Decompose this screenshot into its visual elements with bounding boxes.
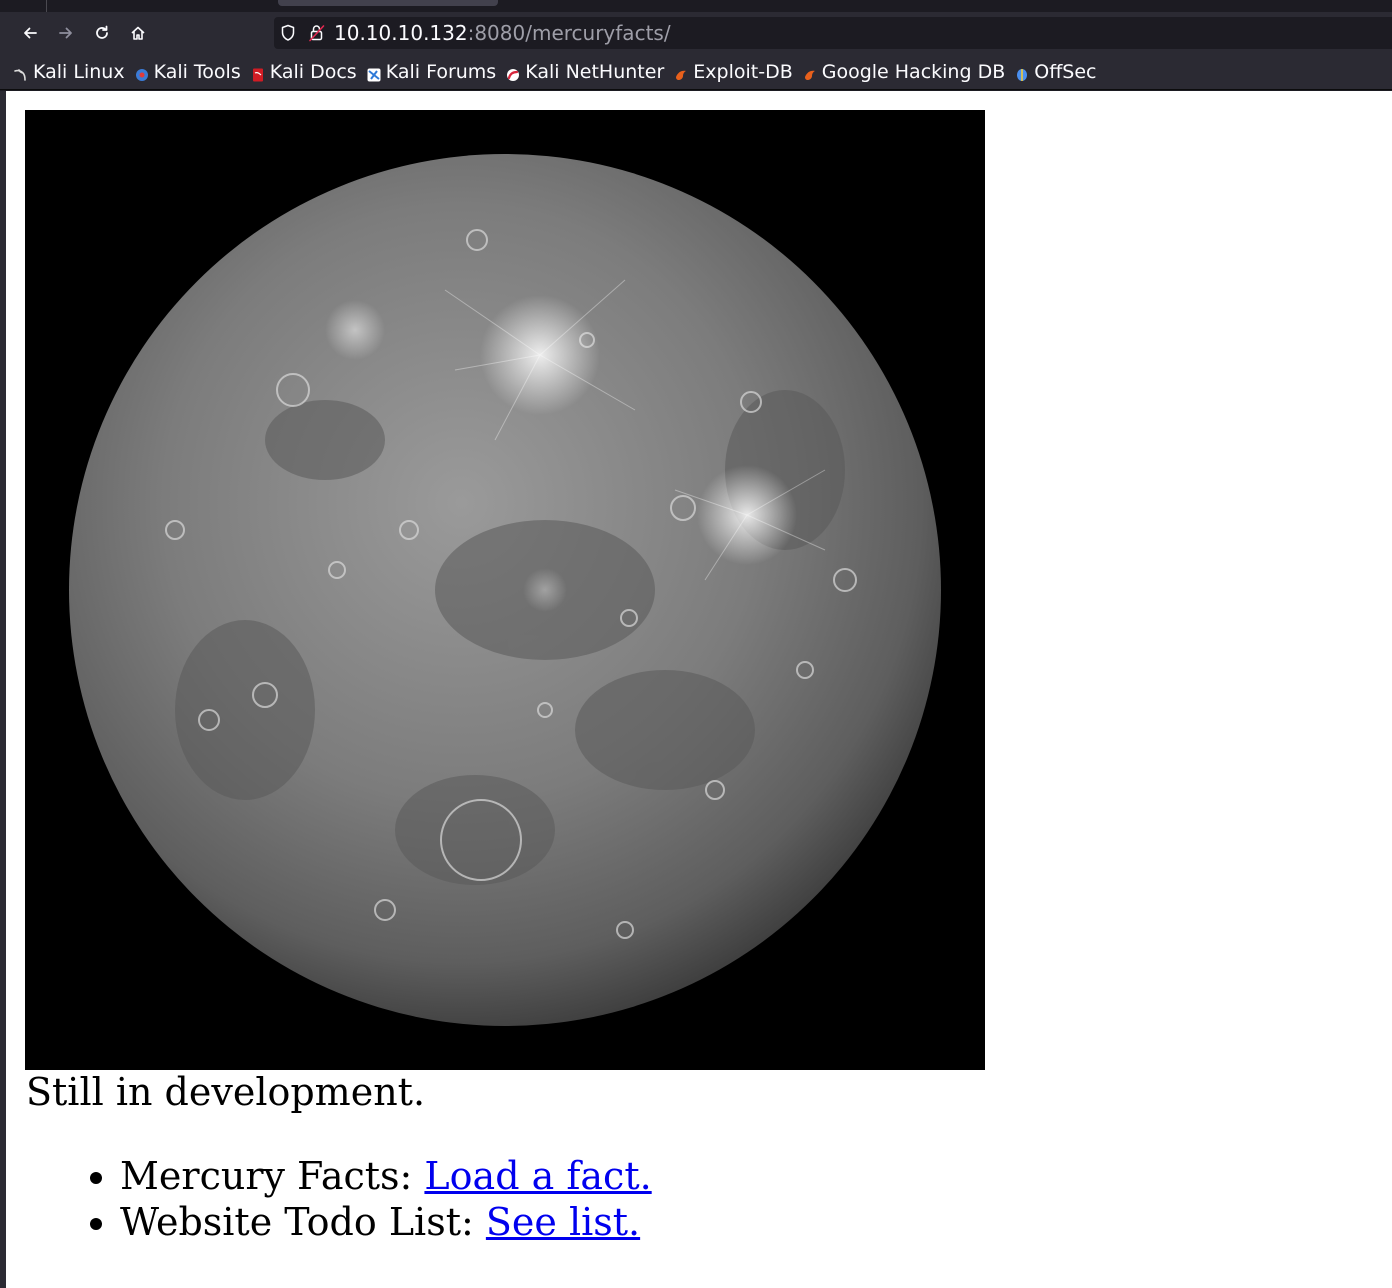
home-icon[interactable] [125, 20, 151, 46]
list-item-todo-list: Website Todo List: See list. [120, 1199, 652, 1245]
bookmark-label: Kali Forums [385, 60, 497, 83]
mercury-planet-image [25, 110, 985, 1070]
bookmark-kali-linux[interactable]: Kali Linux [14, 61, 125, 83]
bookmark-kali-nethunter[interactable]: Kali NetHunter [506, 61, 664, 83]
links-list: Mercury Facts: Load a fact. Website Todo… [62, 1153, 652, 1245]
development-status-text: Still in development. [26, 1070, 426, 1114]
kali-docs-icon [251, 65, 265, 81]
forward-icon[interactable] [53, 20, 79, 46]
list-item-mercury-facts: Mercury Facts: Load a fact. [120, 1153, 652, 1199]
bookmarks-toolbar: Kali Linux Kali Tools Kali Docs Kali For… [0, 54, 1392, 90]
tab-strip [0, 0, 1392, 12]
bookmark-exploit-db[interactable]: Exploit-DB [674, 60, 793, 83]
insecure-lock-icon[interactable] [308, 23, 326, 47]
reload-icon[interactable] [89, 20, 115, 46]
bookmark-google-hacking-db[interactable]: Google Hacking DB [803, 60, 1006, 83]
bookmark-label: Google Hacking DB [821, 60, 1006, 83]
list-item-label: Website Todo List: [120, 1200, 486, 1244]
kali-forums-icon [367, 65, 381, 81]
see-list-link[interactable]: See list. [486, 1200, 640, 1244]
bookmark-kali-forums[interactable]: Kali Forums [367, 60, 497, 83]
browser-window: 10.10.10.132:8080/mercuryfacts/ Kali Lin… [0, 0, 1392, 1288]
active-tab[interactable] [278, 0, 498, 6]
url-path: :8080/mercuryfacts/ [467, 21, 671, 45]
url-bar[interactable]: 10.10.10.132:8080/mercuryfacts/ [274, 17, 1392, 49]
url-text[interactable]: 10.10.10.132:8080/mercuryfacts/ [334, 21, 671, 45]
kali-nethunter-icon [506, 65, 520, 81]
tracking-protection-shield-icon[interactable] [280, 24, 296, 46]
bookmark-label: OffSec [1034, 60, 1097, 83]
tab-separator [46, 0, 47, 12]
kali-tools-icon [135, 65, 149, 81]
offsec-icon [1015, 65, 1029, 81]
kali-linux-icon [14, 65, 28, 81]
bookmark-label: Kali Tools [153, 60, 241, 83]
bookmark-kali-docs[interactable]: Kali Docs [251, 61, 357, 83]
bookmark-offsec[interactable]: OffSec [1015, 60, 1097, 83]
bookmark-label: Kali Linux [33, 60, 125, 83]
exploit-db-icon [674, 65, 688, 80]
bookmark-label: Kali Docs [269, 60, 357, 83]
navigation-toolbar: 10.10.10.132:8080/mercuryfacts/ [0, 12, 1392, 54]
list-item-label: Mercury Facts: [120, 1154, 425, 1198]
bookmark-label: Exploit-DB [693, 60, 793, 83]
load-a-fact-link[interactable]: Load a fact. [424, 1154, 651, 1198]
web-page-content: Still in development. Mercury Facts: Loa… [6, 91, 1392, 1288]
google-hacking-db-icon [803, 65, 817, 80]
bookmark-kali-tools[interactable]: Kali Tools [135, 61, 241, 83]
back-icon[interactable] [17, 20, 43, 46]
url-host: 10.10.10.132 [334, 21, 468, 45]
bookmark-label: Kali NetHunter [525, 60, 665, 83]
